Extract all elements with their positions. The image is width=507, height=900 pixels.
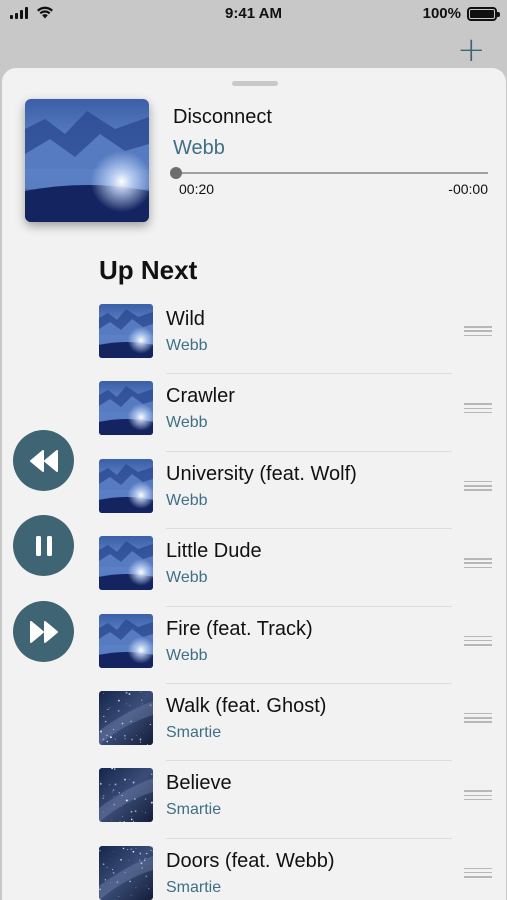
track-title: Crawler	[166, 385, 235, 408]
now-playing-artist[interactable]: Webb	[173, 137, 225, 160]
add-button[interactable]: +	[457, 33, 486, 67]
track-artist: Webb	[166, 569, 208, 587]
pause-button[interactable]	[13, 515, 74, 576]
track-title: Little Dude	[166, 540, 262, 563]
track-artwork	[99, 690, 153, 745]
track-title: University (feat. Wolf)	[166, 462, 357, 485]
galaxy-artwork	[99, 845, 153, 900]
track-artist: Webb	[166, 491, 208, 509]
track-artwork	[99, 458, 153, 513]
up-next-heading: Up Next	[99, 255, 198, 285]
list-item[interactable]: Doors (feat. Webb) Smartie	[99, 839, 492, 900]
track-title: Believe	[166, 772, 232, 795]
reorder-handle-icon[interactable]	[464, 326, 492, 336]
track-artist: Smartie	[166, 801, 222, 819]
progress-slider[interactable]	[170, 167, 488, 179]
now-playing-artwork	[25, 99, 149, 222]
track-artist: Smartie	[166, 723, 222, 741]
track-artist: Webb	[166, 646, 208, 664]
pause-icon	[35, 535, 52, 556]
mountain-artwork	[99, 381, 153, 436]
track-artwork	[99, 536, 153, 591]
mountain-artwork	[99, 536, 153, 591]
progress-knob[interactable]	[170, 167, 182, 179]
track-artwork	[99, 304, 153, 358]
reorder-handle-icon[interactable]	[464, 635, 492, 646]
mountain-artwork	[99, 613, 153, 668]
status-right: 100%	[422, 5, 500, 22]
rewind-icon	[29, 449, 58, 472]
battery-icon	[467, 6, 500, 21]
track-artist: Webb	[166, 414, 208, 432]
rewind-button[interactable]	[13, 430, 74, 491]
track-artwork	[99, 768, 153, 823]
track-title: Fire (feat. Track)	[166, 617, 313, 640]
reorder-handle-icon[interactable]	[464, 867, 492, 878]
list-item[interactable]: Crawler Webb	[99, 374, 492, 452]
list-item[interactable]: Walk (feat. Ghost) Smartie	[99, 684, 492, 762]
track-artist: Smartie	[166, 878, 222, 896]
track-artist: Webb	[166, 337, 208, 354]
list-item[interactable]: Wild Webb	[99, 297, 492, 375]
time-remaining: -00:00	[448, 181, 488, 197]
track-artwork	[99, 381, 153, 436]
reorder-handle-icon[interactable]	[464, 790, 492, 801]
reorder-handle-icon[interactable]	[464, 712, 492, 723]
time-elapsed: 00:20	[179, 181, 215, 197]
track-artwork	[99, 613, 153, 668]
galaxy-artwork	[99, 768, 153, 823]
track-artwork	[99, 845, 153, 900]
list-item[interactable]: Little Dude Webb	[99, 529, 492, 607]
track-title: Walk (feat. Ghost)	[166, 694, 327, 717]
list-item[interactable]: University (feat. Wolf) Webb	[99, 452, 492, 530]
track-title: Wild	[166, 308, 205, 330]
fast-forward-button[interactable]	[13, 601, 74, 662]
reorder-handle-icon[interactable]	[464, 558, 492, 569]
mountain-artwork	[99, 458, 153, 513]
mountain-artwork	[99, 304, 153, 358]
now-playing-title: Disconnect	[173, 106, 272, 128]
player-sheet: Disconnect Webb 00:20 -00:00 Up Next Wil…	[2, 68, 506, 900]
status-bar: 9:41 AM 100%	[0, 0, 507, 28]
list-item[interactable]: Fire (feat. Track) Webb	[99, 607, 492, 684]
up-next-list: Wild Webb Crawler Webb University (feat.…	[99, 297, 492, 900]
sheet-grabber[interactable]	[232, 81, 278, 86]
mountain-artwork	[25, 99, 149, 222]
track-title: Doors (feat. Webb)	[166, 849, 335, 872]
galaxy-artwork	[99, 690, 153, 745]
reorder-handle-icon[interactable]	[464, 480, 492, 491]
list-item[interactable]: Believe Smartie	[99, 761, 492, 839]
reorder-handle-icon[interactable]	[464, 403, 492, 414]
fast-forward-icon	[29, 620, 58, 643]
battery-percent: 100%	[422, 5, 461, 22]
